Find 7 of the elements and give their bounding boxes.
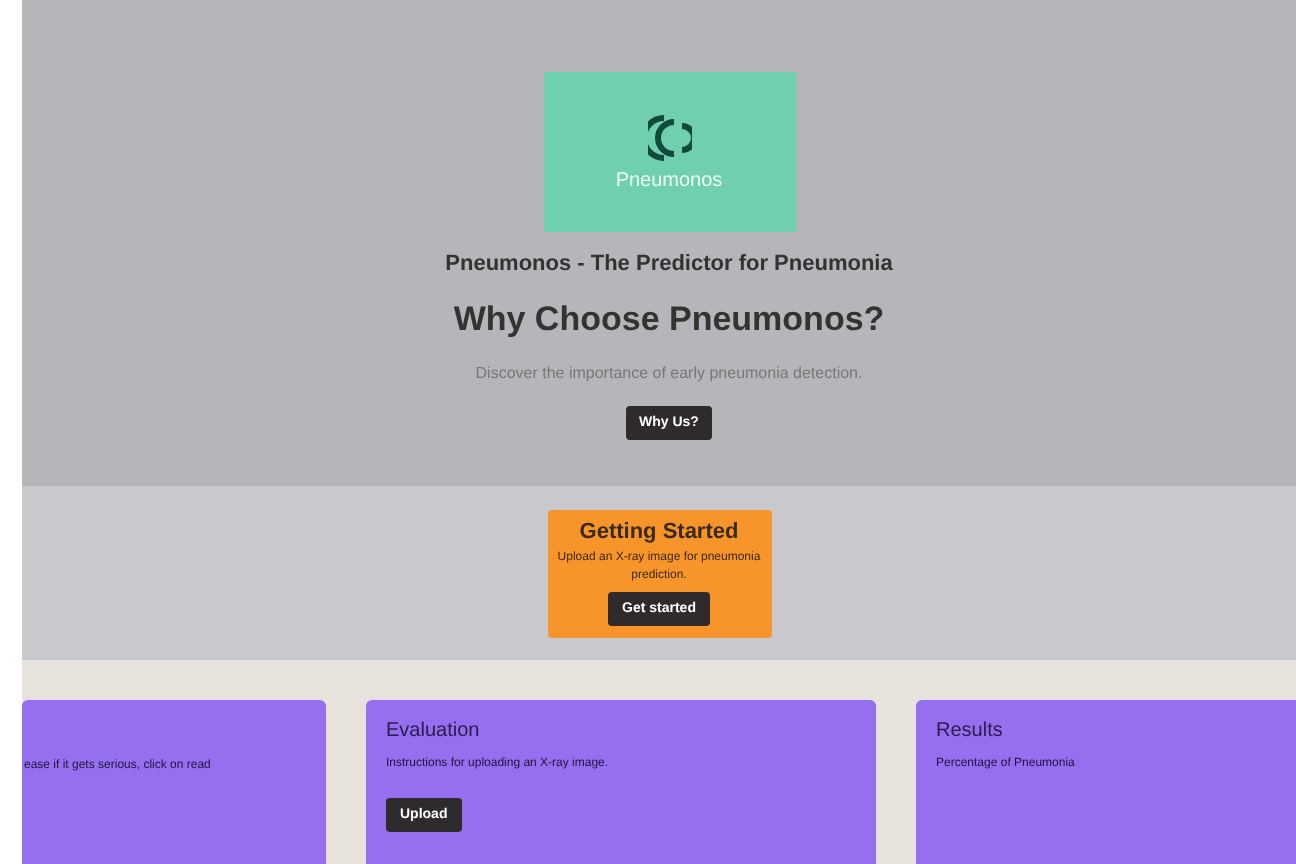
card-title: Evaluation bbox=[386, 720, 482, 742]
logo-text: Pneumonos bbox=[615, 169, 723, 191]
card-title: Getting Started bbox=[579, 519, 739, 543]
heading: Why Choose Pneumonos? bbox=[453, 300, 885, 340]
card-title: Results bbox=[936, 720, 1005, 742]
subtext: Discover the importance of early pneumonia detection. bbox=[475, 364, 863, 382]
tagline: Pneumonos - The Predictor for Pneumonia bbox=[445, 252, 893, 276]
